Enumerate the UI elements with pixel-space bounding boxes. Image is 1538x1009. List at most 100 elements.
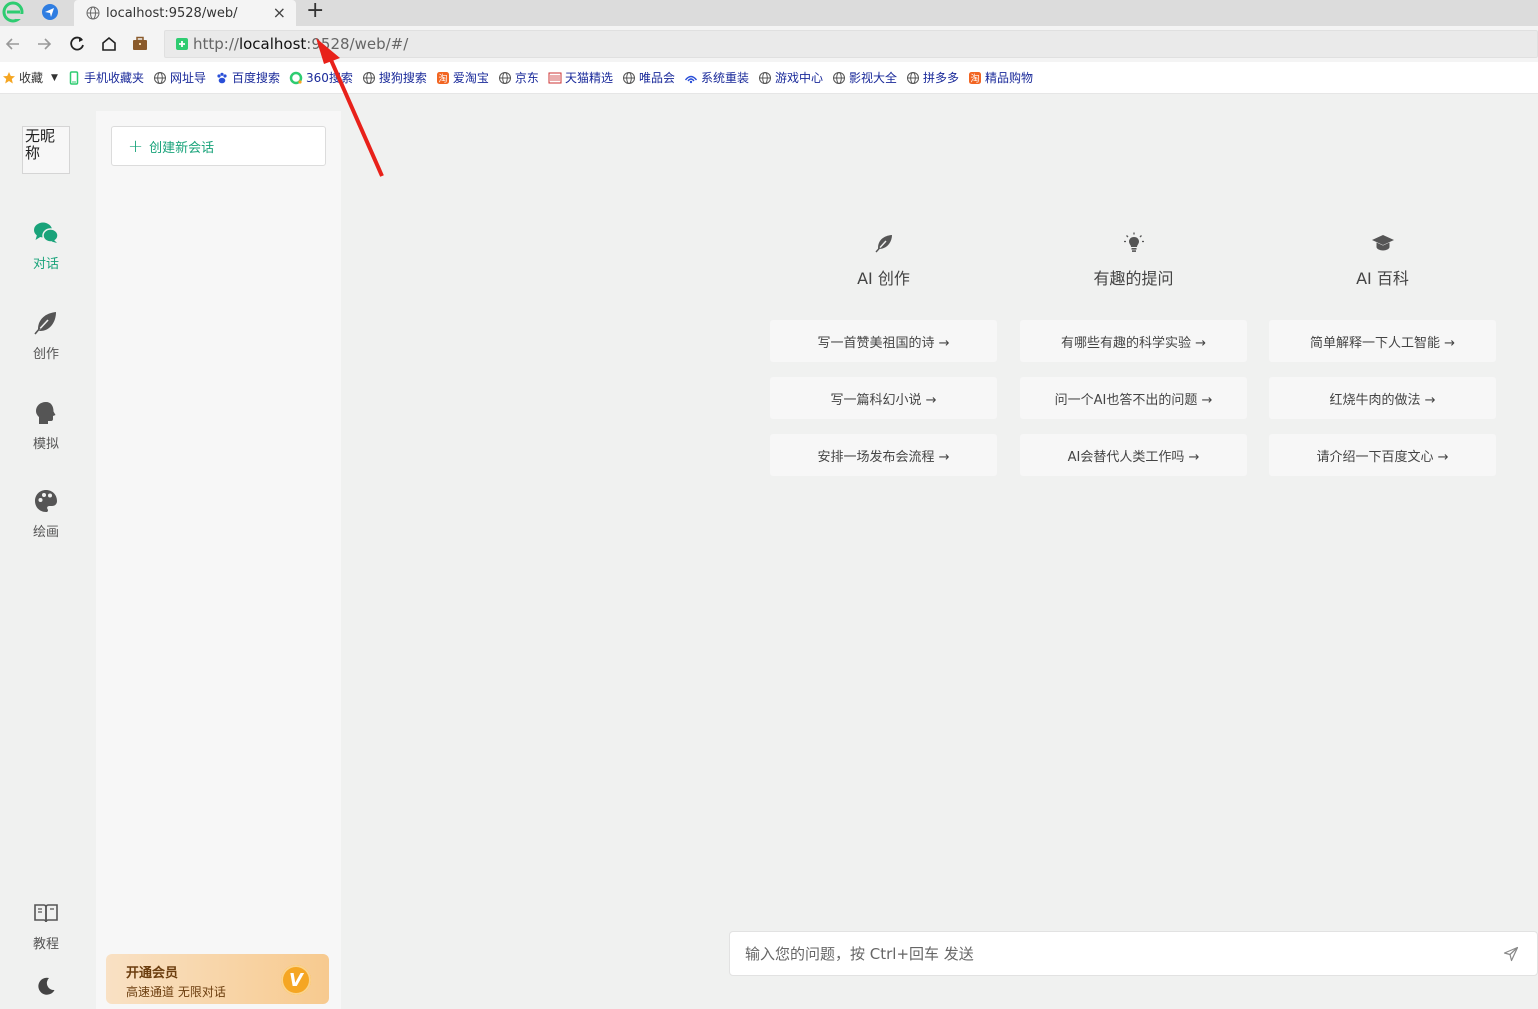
- main-panel: AI 创作 写一首赞美祖国的诗 → 写一篇科幻小说 → 安排一场发布会流程 → …: [341, 111, 1538, 1009]
- prompt-card[interactable]: 请介绍一下百度文心 →: [1269, 434, 1496, 476]
- avatar[interactable]: 无昵称: [22, 126, 70, 174]
- bookmark-label: 系统重装: [700, 71, 749, 85]
- wifi-icon: [684, 75, 698, 83]
- rail-item-create[interactable]: 创作: [0, 309, 92, 362]
- star-icon: [3, 71, 15, 83]
- circle-icon: [289, 71, 303, 84]
- bookmark-label: 收藏: [19, 71, 44, 85]
- prompt-card[interactable]: 红烧牛肉的做法 →: [1269, 377, 1496, 419]
- tmall-icon: [548, 72, 562, 83]
- create-new-chat-button[interactable]: + 创建新会话: [111, 126, 326, 166]
- question-input-bar: [729, 931, 1538, 976]
- bookmark-label: 唯品会: [638, 71, 675, 85]
- svg-text:淘: 淘: [438, 72, 447, 84]
- rail-item-chat[interactable]: 对话: [0, 219, 92, 272]
- reload-icon[interactable]: [67, 34, 87, 54]
- bookmark-item[interactable]: 拼多多: [906, 69, 959, 86]
- bookmark-label: 游戏中心: [774, 71, 823, 85]
- prompt-card[interactable]: 有哪些有趣的科学实验 →: [1020, 320, 1247, 362]
- browser-tab[interactable]: localhost:9528/web/ ×: [74, 0, 296, 26]
- bookmark-item[interactable]: 百度搜索: [215, 69, 280, 86]
- bookmark-item[interactable]: 网址导: [153, 69, 206, 86]
- bookmark-item[interactable]: 淘爱淘宝: [436, 69, 489, 86]
- dropdown-caret-icon[interactable]: ▼: [51, 73, 58, 83]
- bookmark-item[interactable]: 唯品会: [622, 69, 675, 86]
- rail-item-tutorial[interactable]: 教程: [0, 899, 92, 952]
- bookmark-item[interactable]: 系统重装: [684, 69, 749, 86]
- send-icon[interactable]: [1503, 946, 1519, 962]
- chat-icon: [34, 222, 59, 243]
- url-path: :9528/web/#/: [306, 35, 409, 53]
- column-header: AI 百科: [1269, 231, 1496, 289]
- feather-icon: [874, 235, 892, 253]
- moon-icon[interactable]: [35, 975, 57, 997]
- tab-close-icon[interactable]: ×: [273, 3, 286, 22]
- url-host: localhost: [238, 35, 307, 53]
- graduation-cap-icon: [1371, 235, 1394, 251]
- rail-item-label: 模拟: [32, 437, 59, 452]
- bookmark-item[interactable]: 天猫精选: [548, 69, 613, 86]
- feather-icon: [34, 312, 56, 335]
- bookmark-item[interactable]: 手机收藏夹: [67, 69, 144, 86]
- prompt-card[interactable]: 问一个AI也答不出的问题 →: [1020, 377, 1247, 419]
- url-scheme: http://: [193, 35, 239, 53]
- tab-title: localhost:9528/web/: [106, 5, 238, 21]
- globe-icon: [498, 71, 511, 84]
- bookmark-label: 影视大全: [849, 71, 898, 85]
- column-title: AI 创作: [857, 269, 910, 288]
- secure-shield-icon: [176, 38, 188, 50]
- browser-tabbar: localhost:9528/web/ × +: [0, 0, 1538, 26]
- new-tab-button[interactable]: +: [306, 0, 324, 23]
- prompt-card[interactable]: AI会替代人类工作吗 →: [1020, 434, 1247, 476]
- bookmark-label: 天猫精选: [564, 71, 613, 85]
- rail-item-label: 创作: [32, 347, 59, 362]
- svg-text:淘: 淘: [971, 72, 980, 84]
- bookmark-label: 爱淘宝: [452, 71, 489, 85]
- column-header: AI 创作: [770, 231, 997, 289]
- forward-icon[interactable]: [34, 34, 54, 54]
- rail-item-label: 绘画: [32, 525, 59, 540]
- bookmark-label: 百度搜索: [231, 71, 280, 85]
- palette-icon: [35, 490, 57, 512]
- prompt-card[interactable]: 安排一场发布会流程 →: [770, 434, 997, 476]
- rail-item-draw[interactable]: 绘画: [0, 487, 92, 540]
- bookmark-label: 网址导: [169, 71, 206, 85]
- new-chat-label: 创建新会话: [149, 140, 215, 156]
- taobao-icon: 淘: [969, 71, 982, 84]
- rail-item-simulate[interactable]: 模拟: [0, 399, 92, 452]
- globe-icon: [86, 6, 100, 20]
- bookmark-item[interactable]: 360搜索: [289, 69, 353, 86]
- plus-icon: +: [128, 135, 144, 157]
- prompt-card[interactable]: 写一首赞美祖国的诗 →: [770, 320, 997, 362]
- address-bar[interactable]: http://localhost:9528/web/#/: [164, 30, 1538, 58]
- nav-rail: 无昵称 对话 创作 模拟 绘画 教程: [0, 95, 96, 1009]
- browser-logo-icon[interactable]: [2, 1, 24, 23]
- bookmark-label: 京东: [514, 71, 539, 85]
- bookmark-label: 360搜索: [305, 71, 353, 85]
- briefcase-icon[interactable]: [130, 34, 150, 54]
- book-icon: [34, 904, 58, 923]
- rail-item-label: 教程: [32, 937, 59, 952]
- back-icon[interactable]: [3, 34, 23, 54]
- bookmark-label: 拼多多: [923, 71, 960, 85]
- prompt-card[interactable]: 简单解释一下人工智能 →: [1269, 320, 1496, 362]
- conversation-sidebar: + 创建新会话 开通会员 高速通道 无限对话 V: [96, 111, 341, 1009]
- vip-upgrade-card[interactable]: 开通会员 高速通道 无限对话 V: [106, 954, 329, 1004]
- bookmarks-bar: 收藏 ▼ 手机收藏夹 网址导 百度搜索 360搜索 搜狗搜索淘爱淘宝 京东 天猫精选 唯品会 系统重…: [0, 62, 1538, 94]
- vip-badge-icon: V: [281, 965, 311, 995]
- question-input[interactable]: [745, 944, 1485, 963]
- bookmark-item[interactable]: 游戏中心: [758, 69, 823, 86]
- browser-navbar: http://localhost:9528/web/#/: [0, 26, 1538, 62]
- bookmark-item[interactable]: 京东: [498, 69, 539, 86]
- bookmark-label: 搜狗搜索: [378, 71, 427, 85]
- bookmark-item[interactable]: 搜狗搜索: [362, 69, 427, 86]
- prompt-card[interactable]: 写一篇科幻小说 →: [770, 377, 997, 419]
- bookmark-item[interactable]: 淘精品购物: [968, 69, 1033, 86]
- bookmark-label: 手机收藏夹: [83, 71, 144, 85]
- navigation-pin-icon[interactable]: [40, 2, 60, 22]
- bookmark-item[interactable]: 收藏 ▼: [2, 69, 58, 86]
- paw-icon: [217, 72, 227, 83]
- home-icon[interactable]: [99, 34, 119, 54]
- globe-icon: [153, 71, 166, 84]
- bookmark-item[interactable]: 影视大全: [832, 69, 897, 86]
